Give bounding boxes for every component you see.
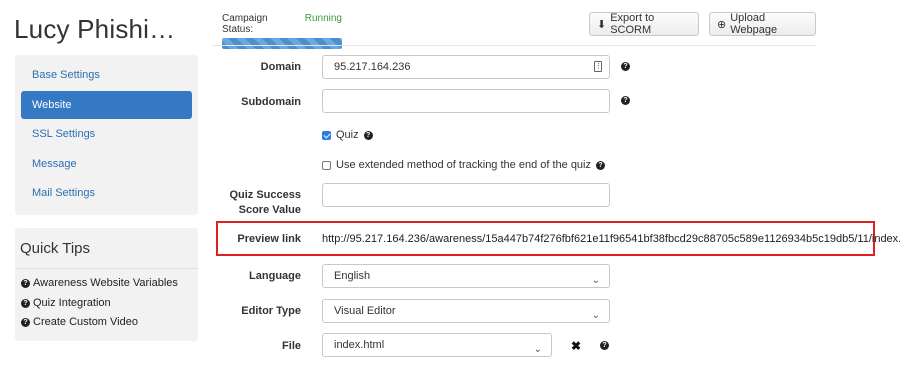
- tip-awareness-website-variables[interactable]: ? Awareness Website Variables: [21, 277, 178, 289]
- question-icon: ?: [21, 317, 30, 327]
- domain-value: 95.217.164.236: [334, 61, 411, 73]
- question-icon: ?: [21, 298, 30, 308]
- chevron-down-icon: ⌄: [533, 344, 542, 355]
- subdomain-help-icon[interactable]: ?: [621, 96, 630, 105]
- editor-type-select[interactable]: Visual Editor ⌄: [322, 299, 610, 323]
- tip-label: Awareness Website Variables: [33, 277, 178, 289]
- editor-type-value: Visual Editor: [334, 305, 396, 317]
- quiz-checkbox[interactable]: [322, 130, 331, 140]
- question-icon: ?: [21, 278, 30, 288]
- preview-link-label: Preview link: [237, 233, 301, 245]
- editor-type-label: Editor Type: [241, 305, 301, 317]
- preview-link-url[interactable]: http://95.217.164.236/awareness/15a447b7…: [322, 233, 900, 245]
- extended-tracking-row[interactable]: Use extended method of tracking the end …: [322, 159, 605, 171]
- export-scorm-label: Export to SCORM: [610, 12, 655, 36]
- sidebar-item-message[interactable]: Message: [21, 150, 192, 178]
- quick-tips-divider: [15, 268, 198, 269]
- extended-tracking-checkbox[interactable]: [322, 160, 331, 170]
- campaign-status-label: Campaign Status:: [222, 13, 268, 35]
- file-select[interactable]: index.html ⌄: [322, 333, 552, 357]
- tip-label: Create Custom Video: [33, 316, 138, 328]
- quiz-label: Quiz: [336, 129, 359, 141]
- domain-label: Domain: [260, 61, 301, 73]
- tip-label: Quiz Integration: [33, 297, 111, 309]
- file-value: index.html: [334, 339, 385, 351]
- export-scorm-button[interactable]: ⬇ Export to SCORM: [589, 12, 699, 36]
- campaign-status-value: Running: [304, 13, 342, 24]
- sidebar-item-ssl-settings[interactable]: SSL Settings: [21, 120, 192, 148]
- quiz-success-label-line2: Score Value: [238, 204, 301, 216]
- sidebar-item-base-settings[interactable]: Base Settings: [21, 61, 192, 89]
- upload-webpage-button[interactable]: ⊕ Upload Webpage: [709, 12, 816, 36]
- field-options-icon[interactable]: ⋮: [594, 61, 602, 72]
- sidebar-item-website[interactable]: Website: [21, 90, 192, 119]
- file-help-icon[interactable]: ?: [600, 341, 609, 350]
- export-icon: ⬇: [597, 18, 607, 31]
- chevron-down-icon: ⌄: [591, 310, 600, 321]
- close-icon[interactable]: ✖: [571, 339, 581, 353]
- quiz-help-icon[interactable]: ?: [363, 130, 373, 140]
- language-label: Language: [249, 270, 301, 282]
- extended-tracking-help-icon[interactable]: ?: [596, 160, 605, 170]
- campaign-progress-bar: [222, 38, 342, 49]
- sidebar-item-mail-settings[interactable]: Mail Settings: [21, 179, 192, 207]
- quiz-success-label-line1: Quiz Success: [229, 189, 301, 201]
- tip-quiz-integration[interactable]: ? Quiz Integration: [21, 297, 111, 309]
- upload-icon: ⊕: [717, 18, 727, 31]
- quick-tips-panel: Quick Tips ? Awareness Website Variables…: [15, 228, 198, 341]
- file-label: File: [282, 340, 301, 352]
- header-divider: [212, 45, 816, 46]
- domain-help-icon[interactable]: ?: [621, 62, 630, 71]
- upload-webpage-label: Upload Webpage: [730, 12, 778, 36]
- subdomain-input[interactable]: [322, 89, 610, 113]
- app-title: Lucy Phishi…: [14, 14, 176, 44]
- tip-create-custom-video[interactable]: ? Create Custom Video: [21, 316, 138, 328]
- chevron-down-icon: ⌄: [591, 275, 600, 286]
- quick-tips-title: Quick Tips: [20, 240, 91, 257]
- quiz-success-input[interactable]: [322, 183, 610, 207]
- extended-tracking-label: Use extended method of tracking the end …: [336, 159, 591, 171]
- subdomain-label: Subdomain: [241, 96, 301, 108]
- campaign-status: Campaign Status: Running: [222, 13, 342, 49]
- language-select[interactable]: English ⌄: [322, 264, 610, 288]
- quiz-success-label: Quiz Success Score Value: [220, 188, 301, 218]
- quiz-checkbox-row[interactable]: Quiz ?: [322, 129, 373, 141]
- language-value: English: [334, 270, 371, 282]
- domain-input[interactable]: 95.217.164.236 ⋮: [322, 55, 610, 79]
- settings-sidebar: Base Settings Website SSL Settings Messa…: [15, 55, 198, 215]
